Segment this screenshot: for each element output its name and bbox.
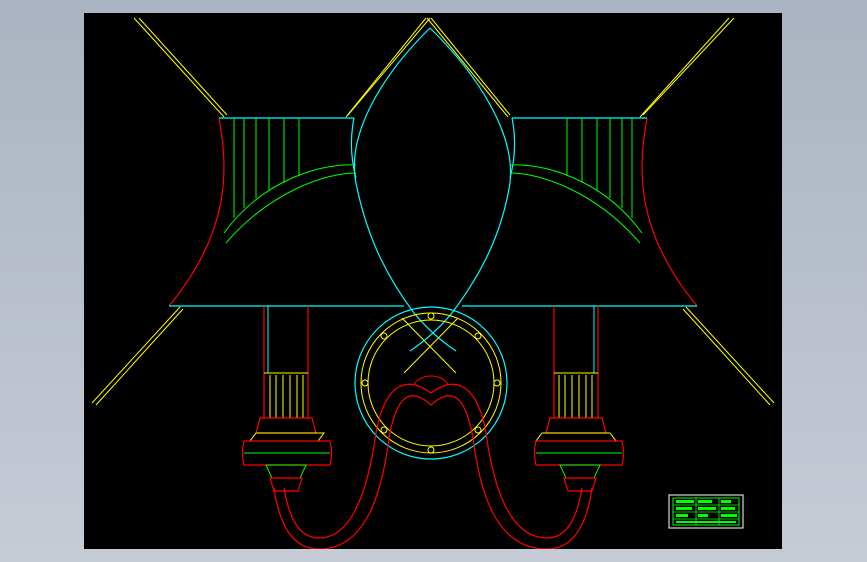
left-lamp-shade [168, 117, 404, 307]
right-shade-pleats [566, 118, 633, 218]
title-block [668, 494, 744, 529]
wall-lamp-drawing [91, 17, 775, 549]
wall-backplate [354, 306, 508, 460]
right-lamp-shade [462, 117, 698, 307]
lamp-arms [273, 375, 593, 549]
right-candle-socket [533, 306, 625, 492]
left-candle-socket [241, 306, 333, 492]
cad-drawing-viewport[interactable] [84, 13, 782, 549]
construction-lines [91, 17, 775, 406]
center-leaf-outline [353, 27, 512, 352]
left-shade-pleats [233, 118, 300, 218]
